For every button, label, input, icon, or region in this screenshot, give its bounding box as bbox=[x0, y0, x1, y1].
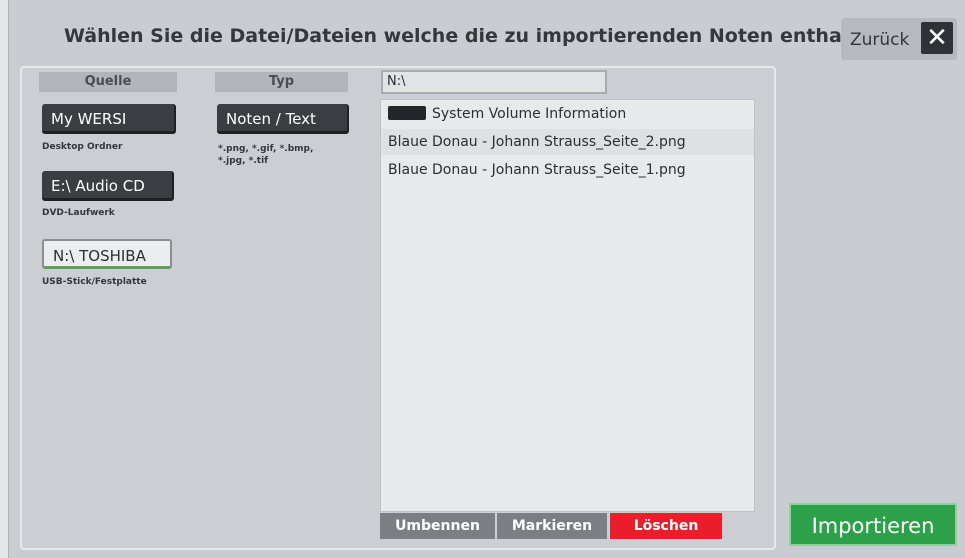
type-header: Typ bbox=[215, 72, 348, 92]
list-item-file[interactable]: Blaue Donau - Johann Strauss_Seite_2.png bbox=[381, 129, 754, 155]
type-formats-line-1: *.png, *.gif, *.bmp, bbox=[218, 144, 314, 154]
list-item-label: Blaue Donau - Johann Strauss_Seite_2.png bbox=[388, 134, 686, 150]
folder-icon bbox=[388, 106, 426, 120]
source-toshiba-caption: USB-Stick/Festplatte bbox=[42, 277, 147, 287]
close-icon[interactable]: ✕ bbox=[921, 22, 953, 54]
list-item-label: Blaue Donau - Johann Strauss_Seite_1.png bbox=[388, 162, 686, 178]
rename-button[interactable]: Umbennen bbox=[380, 513, 495, 539]
back-button-label: Zurück bbox=[850, 30, 910, 50]
list-item-folder[interactable]: System Volume Information bbox=[381, 101, 754, 127]
list-item-label: System Volume Information bbox=[432, 106, 627, 122]
source-my-wersi-button[interactable]: My WERSI bbox=[42, 104, 176, 134]
source-toshiba-button[interactable]: N:\ TOSHIBA bbox=[42, 239, 172, 269]
list-item-file[interactable]: Blaue Donau - Johann Strauss_Seite_1.png bbox=[381, 157, 754, 183]
delete-button[interactable]: Löschen bbox=[610, 513, 722, 539]
source-header: Quelle bbox=[39, 72, 177, 92]
source-audio-cd-caption: DVD-Laufwerk bbox=[42, 208, 115, 218]
source-my-wersi-caption: Desktop Ordner bbox=[42, 142, 123, 152]
type-noten-text-button[interactable]: Noten / Text bbox=[217, 104, 349, 134]
import-button[interactable]: Importieren bbox=[789, 503, 957, 546]
left-edge-strip bbox=[0, 0, 8, 558]
type-formats-line-2: *.jpg, *.tif bbox=[218, 156, 269, 166]
dialog-title: Wählen Sie die Datei/Dateien welche die … bbox=[64, 25, 892, 47]
path-field[interactable]: N:\ bbox=[381, 70, 607, 94]
back-button[interactable]: Zurück ✕ bbox=[841, 18, 957, 60]
file-list[interactable]: System Volume Information Blaue Donau - … bbox=[380, 99, 755, 512]
mark-button[interactable]: Markieren bbox=[497, 513, 607, 539]
source-audio-cd-button[interactable]: E:\ Audio CD bbox=[42, 171, 174, 201]
